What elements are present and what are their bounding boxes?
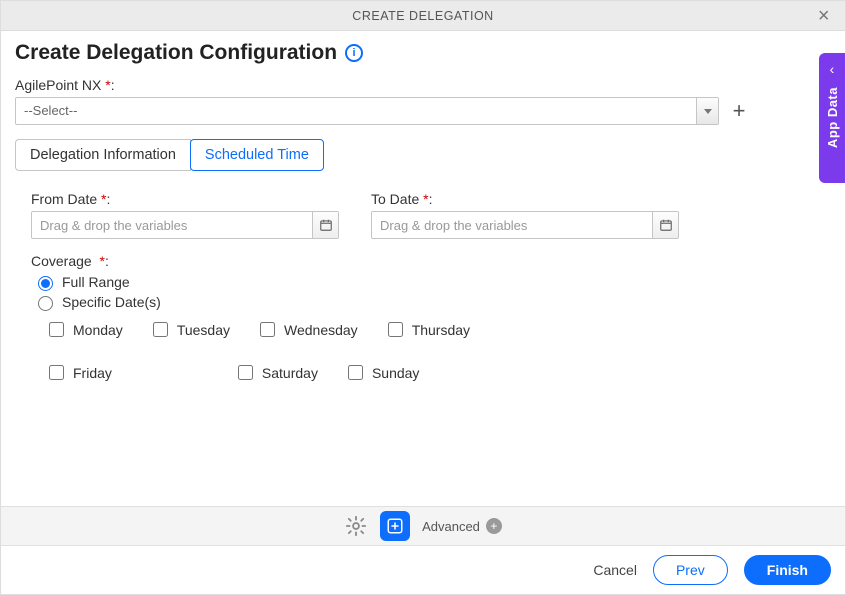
footer: Cancel Prev Finish bbox=[1, 546, 845, 594]
modal-titlebar: CREATE DELEGATION × bbox=[1, 1, 845, 31]
days-of-week-group: Monday Tuesday Wednesday Thursday Friday… bbox=[45, 319, 545, 383]
calendar-icon bbox=[319, 218, 333, 232]
day-wednesday-checkbox[interactable] bbox=[260, 322, 275, 337]
tab-panel-scheduled-time: From Date *: To Date *: bbox=[15, 171, 831, 383]
coverage-label: Coverage *: bbox=[31, 253, 815, 269]
from-date-field bbox=[31, 211, 339, 239]
add-app-button[interactable]: + bbox=[729, 101, 749, 121]
tab-delegation-information[interactable]: Delegation Information bbox=[15, 139, 191, 171]
coverage-specific-dates[interactable]: Specific Date(s) bbox=[33, 293, 815, 311]
page-title: Create Delegation Configuration i bbox=[15, 41, 831, 65]
coverage-full-range-radio[interactable] bbox=[38, 276, 53, 291]
to-date-field bbox=[371, 211, 679, 239]
day-wednesday[interactable]: Wednesday bbox=[256, 319, 358, 340]
coverage-specific-dates-radio[interactable] bbox=[38, 296, 53, 311]
plus-circle-icon: + bbox=[486, 518, 502, 534]
day-thursday[interactable]: Thursday bbox=[384, 319, 470, 340]
close-icon[interactable]: × bbox=[809, 1, 839, 31]
advanced-label: Advanced bbox=[422, 519, 480, 534]
app-select[interactable]: --Select-- bbox=[15, 97, 719, 125]
coverage-full-range-label: Full Range bbox=[62, 274, 130, 290]
coverage-specific-dates-label: Specific Date(s) bbox=[62, 294, 161, 310]
advanced-toggle[interactable]: Advanced + bbox=[422, 518, 502, 534]
from-date-input[interactable] bbox=[32, 212, 312, 238]
modal-title: CREATE DELEGATION bbox=[352, 9, 493, 23]
create-delegation-modal: CREATE DELEGATION × Create Delegation Co… bbox=[0, 0, 846, 595]
app-select-value: --Select-- bbox=[16, 98, 696, 124]
from-date-picker-button[interactable] bbox=[312, 212, 338, 238]
day-sunday[interactable]: Sunday bbox=[344, 362, 419, 383]
app-data-label: App Data bbox=[825, 87, 840, 148]
to-date-picker-button[interactable] bbox=[652, 212, 678, 238]
add-panel-icon bbox=[386, 517, 404, 535]
cancel-button[interactable]: Cancel bbox=[593, 562, 637, 578]
to-date-input[interactable] bbox=[372, 212, 652, 238]
from-date-label: From Date *: bbox=[31, 191, 339, 207]
day-tuesday-checkbox[interactable] bbox=[153, 322, 168, 337]
chevron-down-icon bbox=[704, 109, 712, 114]
day-monday[interactable]: Monday bbox=[45, 319, 123, 340]
plus-icon: + bbox=[733, 98, 746, 123]
day-saturday[interactable]: Saturday bbox=[234, 362, 318, 383]
day-tuesday[interactable]: Tuesday bbox=[149, 319, 230, 340]
prev-button[interactable]: Prev bbox=[653, 555, 728, 585]
to-date-label: To Date *: bbox=[371, 191, 679, 207]
day-thursday-checkbox[interactable] bbox=[388, 322, 403, 337]
finish-button[interactable]: Finish bbox=[744, 555, 831, 585]
tab-scheduled-time[interactable]: Scheduled Time bbox=[190, 139, 324, 171]
page-title-text: Create Delegation Configuration bbox=[15, 41, 337, 65]
day-friday-checkbox[interactable] bbox=[49, 365, 64, 380]
quickbar: Advanced + bbox=[1, 506, 845, 546]
app-field-label: AgilePoint NX *: bbox=[15, 77, 831, 93]
day-friday[interactable]: Friday bbox=[45, 362, 112, 383]
calendar-icon bbox=[659, 218, 673, 232]
tab-bar: Delegation Information Scheduled Time bbox=[15, 139, 831, 171]
day-sunday-checkbox[interactable] bbox=[348, 365, 363, 380]
settings-button[interactable] bbox=[344, 514, 368, 538]
info-icon[interactable]: i bbox=[345, 44, 363, 62]
app-field-label-text: AgilePoint NX bbox=[15, 77, 101, 93]
app-data-drawer-tab[interactable]: ‹ App Data bbox=[819, 53, 845, 183]
app-select-dropdown-button[interactable] bbox=[696, 98, 718, 124]
add-panel-button[interactable] bbox=[380, 511, 410, 541]
day-saturday-checkbox[interactable] bbox=[238, 365, 253, 380]
day-monday-checkbox[interactable] bbox=[49, 322, 64, 337]
coverage-full-range[interactable]: Full Range bbox=[33, 273, 815, 291]
chevron-left-icon: ‹ bbox=[830, 61, 835, 77]
gear-icon bbox=[345, 515, 367, 537]
